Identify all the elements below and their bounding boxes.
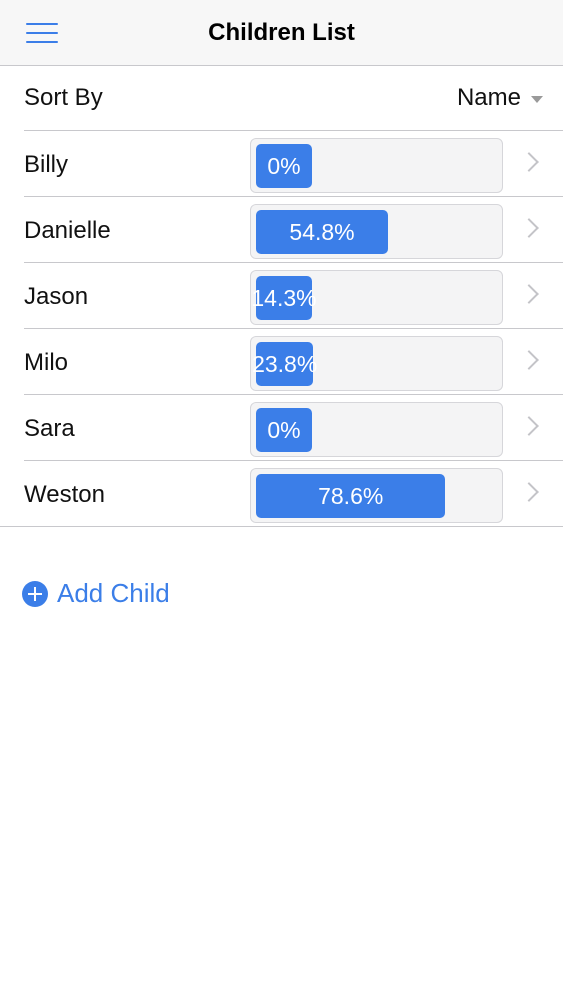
progress-fill: 23.8% <box>252 342 317 386</box>
sort-selected-value: Name <box>456 84 521 111</box>
chevron-right-icon <box>519 152 539 172</box>
chevron-right-icon <box>519 284 539 304</box>
progress-fill: 0% <box>256 408 312 452</box>
child-name: Jason <box>24 283 89 310</box>
child-row-sara[interactable]: Sara 0% <box>24 395 563 461</box>
child-row-jason[interactable]: Jason 14.3% <box>24 263 563 329</box>
child-row-billy[interactable]: Billy 0% <box>24 131 563 197</box>
progress-bar: 54.8% <box>250 204 503 259</box>
sort-row: Sort By Name <box>24 66 563 131</box>
dropdown-caret-icon <box>531 95 543 103</box>
sort-dropdown[interactable]: Name <box>457 84 543 112</box>
sort-by-label: Sort By <box>24 84 103 111</box>
child-name: Weston <box>24 481 105 508</box>
progress-bar: 0% <box>250 402 503 457</box>
progress-fill: 78.6% <box>256 474 446 518</box>
add-child-button[interactable]: Add Child <box>22 578 170 609</box>
add-child-label: Add Child <box>57 578 170 608</box>
child-row-weston[interactable]: Weston 78.6% <box>0 461 563 527</box>
navigation-bar: Children List <box>0 0 563 66</box>
progress-fill: 54.8% <box>256 210 389 254</box>
progress-bar: 14.3% <box>250 270 503 325</box>
plus-circle-icon <box>22 580 48 607</box>
chevron-right-icon <box>519 482 539 502</box>
progress-bar: 0% <box>250 138 503 193</box>
child-row-danielle[interactable]: Danielle 54.8% <box>24 197 563 263</box>
child-name: Danielle <box>24 217 111 244</box>
progress-fill: 14.3% <box>251 276 317 320</box>
chevron-right-icon <box>519 350 539 370</box>
progress-fill: 0% <box>256 144 312 188</box>
child-row-milo[interactable]: Milo 23.8% <box>24 329 563 395</box>
children-list: Billy 0% Danielle 54.8% Jason 14.3% Milo… <box>0 131 563 527</box>
page-title: Children List <box>208 19 355 46</box>
chevron-right-icon <box>519 218 539 238</box>
progress-bar: 23.8% <box>250 336 503 391</box>
child-name: Sara <box>24 415 75 442</box>
child-name: Billy <box>24 151 69 178</box>
child-name: Milo <box>24 349 69 376</box>
chevron-right-icon <box>519 416 539 436</box>
progress-bar: 78.6% <box>250 468 503 523</box>
